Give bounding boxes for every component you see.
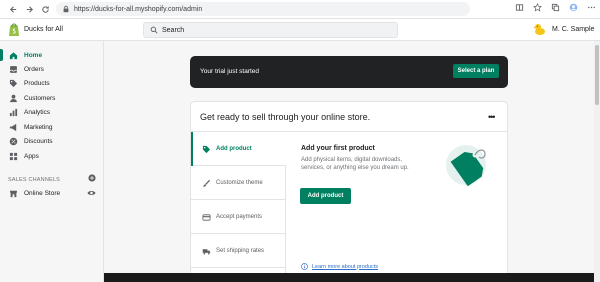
info-icon	[301, 263, 308, 270]
user-name: M. C. Sample	[552, 25, 595, 33]
more-actions-button[interactable]: •••	[488, 112, 496, 122]
sidebar-item-analytics[interactable]: Analytics	[0, 105, 104, 119]
more-icon[interactable]	[586, 2, 596, 12]
back-arrow-icon[interactable]	[6, 2, 20, 16]
card-title: Get ready to sell through your online st…	[200, 112, 371, 122]
sidebar: Home Orders Products Customers Analytics…	[0, 41, 104, 282]
truck-icon	[202, 247, 211, 256]
sidebar-item-discounts[interactable]: Discounts	[0, 134, 104, 148]
sidebar-item-apps[interactable]: Apps	[0, 149, 104, 163]
favorites-icon[interactable]	[532, 2, 542, 12]
collections-icon[interactable]	[550, 2, 560, 12]
duck-avatar	[533, 22, 547, 36]
sidebar-item-label: Customers	[24, 94, 56, 102]
sidebar-item-label: Discounts	[24, 137, 53, 145]
user-menu[interactable]: M. C. Sample	[533, 22, 594, 36]
marketing-icon	[9, 123, 18, 132]
address-bar[interactable]: https://ducks-for-all.myshopify.com/admi…	[56, 2, 470, 16]
add-channel-icon[interactable]	[88, 174, 96, 182]
sidebar-item-label: Products	[24, 79, 50, 87]
sidebar-item-label: Online Store	[24, 189, 61, 197]
reading-mode-icon[interactable]	[514, 2, 524, 12]
sidebar-item-label: Orders	[24, 65, 44, 73]
search-icon	[150, 26, 158, 34]
step-label: Set shipping rates	[216, 248, 265, 254]
store-name: Ducks for All	[24, 26, 63, 33]
tag-icon	[9, 79, 18, 88]
brush-icon	[202, 179, 211, 188]
sales-channels-heading: SALES CHANNELS	[8, 177, 61, 183]
card-icon	[202, 213, 211, 222]
store-icon	[9, 189, 18, 198]
url-text: https://ducks-for-all.myshopify.com/admi…	[74, 5, 203, 13]
detail-title: Add your first product	[301, 145, 375, 152]
refresh-icon[interactable]	[38, 2, 52, 16]
price-tag-illustration	[446, 145, 486, 187]
detail-description: Add physical items, digital downloads, s…	[301, 157, 409, 171]
sidebar-item-label: Apps	[24, 152, 39, 160]
page-scrollbar[interactable]	[594, 41, 600, 282]
orders-icon	[9, 65, 18, 74]
step-label: Add product	[216, 146, 252, 152]
taskbar-strip	[104, 273, 594, 282]
learn-more-text: Learn more about products	[312, 263, 379, 270]
step-add-product[interactable]: Add product	[191, 132, 286, 166]
sidebar-item-orders[interactable]: Orders	[0, 62, 104, 76]
search-placeholder: Search	[162, 26, 185, 34]
learn-more-link[interactable]: Learn more about products	[301, 263, 378, 270]
scrollbar-thumb[interactable]	[595, 45, 599, 105]
step-shipping-rates[interactable]: Set shipping rates	[191, 234, 286, 268]
home-icon	[9, 51, 18, 60]
step-accept-payments[interactable]: Accept payments	[191, 200, 286, 234]
apps-icon	[9, 152, 18, 161]
step-label: Customize theme	[216, 180, 263, 186]
step-label: Accept payments	[216, 214, 263, 220]
shopify-logo-icon	[9, 23, 19, 36]
browser-toolbar: https://ducks-for-all.myshopify.com/admi…	[0, 0, 600, 19]
sidebar-item-marketing[interactable]: Marketing	[0, 120, 104, 134]
add-product-button[interactable]: Add product	[300, 188, 351, 204]
sidebar-item-label: Analytics	[24, 108, 51, 116]
search-input[interactable]: Search	[143, 22, 398, 38]
customers-icon	[9, 94, 18, 103]
setup-guide-card: Get ready to sell through your online st…	[190, 101, 508, 282]
sidebar-item-label: Marketing	[24, 123, 53, 131]
select-plan-button[interactable]: Select a plan	[453, 64, 499, 78]
trial-banner: Your trial just started Select a plan	[190, 56, 508, 88]
discount-icon	[9, 137, 18, 146]
admin-topbar: Ducks for All Search M. C. Sample	[0, 19, 600, 41]
sidebar-item-products[interactable]: Products	[0, 76, 104, 90]
step-customize-theme[interactable]: Customize theme	[191, 166, 286, 200]
lock-icon	[63, 5, 69, 13]
sidebar-item-home[interactable]: Home	[0, 48, 104, 62]
eye-icon[interactable]	[87, 189, 96, 197]
analytics-icon	[9, 108, 18, 117]
sidebar-item-customers[interactable]: Customers	[0, 91, 104, 105]
trial-banner-text: Your trial just started	[200, 68, 260, 75]
sidebar-item-label: Home	[24, 51, 43, 59]
forward-arrow-icon[interactable]	[22, 2, 36, 16]
tag-icon	[202, 145, 211, 154]
profile-icon[interactable]	[568, 2, 578, 12]
setup-steps: Add product Customize theme Accept payme…	[191, 132, 286, 282]
